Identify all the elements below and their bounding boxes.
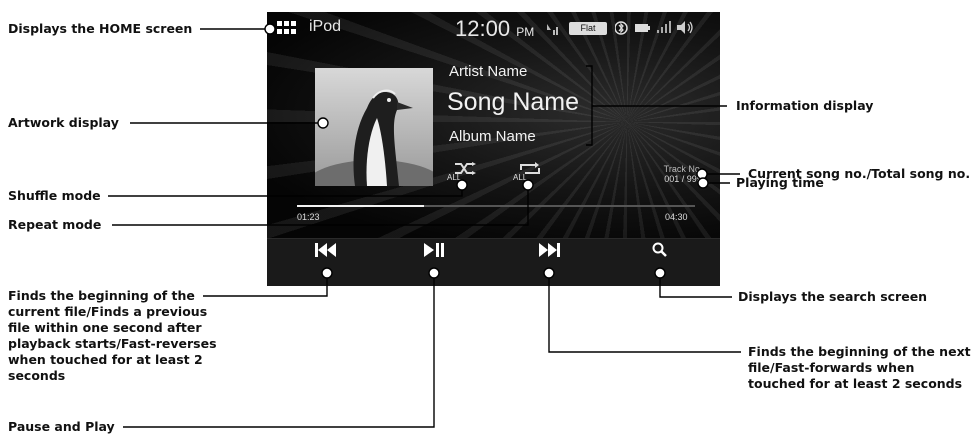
repeat-label: ALL xyxy=(513,173,528,182)
callout-repeat: Repeat mode xyxy=(8,217,102,232)
artwork-image xyxy=(315,68,433,186)
battery-icon xyxy=(635,24,650,32)
next-button[interactable] xyxy=(531,232,567,268)
track-number-value: 001 / 999 xyxy=(664,174,702,184)
total-time: 04:30 xyxy=(665,212,688,222)
callout-information: Information display xyxy=(736,98,874,113)
track-number-label: Track No. xyxy=(663,164,703,174)
clock: 12:00 PM xyxy=(455,16,534,42)
progress-bar[interactable] xyxy=(297,205,695,207)
album-name: Album Name xyxy=(449,128,536,145)
callout-pause-play: Pause and Play xyxy=(8,419,115,434)
penguin-artwork xyxy=(315,68,433,186)
antenna-icon xyxy=(547,24,558,35)
search-icon xyxy=(652,242,667,257)
callout-artwork: Artwork display xyxy=(8,115,119,130)
callout-next: Finds the beginning of the next file/Fas… xyxy=(748,344,971,391)
eq-badge-label: Flat xyxy=(580,23,596,33)
progress-fill xyxy=(297,205,425,207)
previous-button[interactable] xyxy=(308,232,344,268)
callout-shuffle: Shuffle mode xyxy=(8,188,101,203)
artist-name: Artist Name xyxy=(449,63,528,80)
skip-previous-icon xyxy=(315,243,336,257)
skip-next-icon xyxy=(539,243,560,257)
eq-badge: Flat xyxy=(569,22,607,35)
elapsed-time: 01:23 xyxy=(297,212,320,222)
clock-time: 12:00 xyxy=(455,16,511,41)
home-button[interactable] xyxy=(277,20,297,34)
shuffle-button[interactable]: ALL xyxy=(447,162,476,182)
song-name: Song Name xyxy=(447,88,580,116)
play-pause-button[interactable] xyxy=(416,232,452,268)
source-label: iPod xyxy=(309,18,342,35)
volume-icon xyxy=(677,21,693,34)
callout-playing-time: Playing time xyxy=(736,175,824,190)
search-button[interactable] xyxy=(642,232,678,268)
clock-ampm: PM xyxy=(516,25,535,39)
play-pause-icon xyxy=(424,243,444,257)
track-number-block: Track No. 001 / 999 xyxy=(659,164,707,184)
signal-icon xyxy=(657,21,671,33)
callout-previous: Finds the beginning of the current file/… xyxy=(8,288,217,383)
shuffle-label: ALL xyxy=(447,173,462,182)
bluetooth-icon xyxy=(615,21,628,35)
callout-home: Displays the HOME screen xyxy=(8,21,193,36)
grid-icon xyxy=(277,21,296,34)
repeat-button[interactable]: ALL xyxy=(513,162,543,182)
callout-search: Displays the search screen xyxy=(738,289,928,304)
